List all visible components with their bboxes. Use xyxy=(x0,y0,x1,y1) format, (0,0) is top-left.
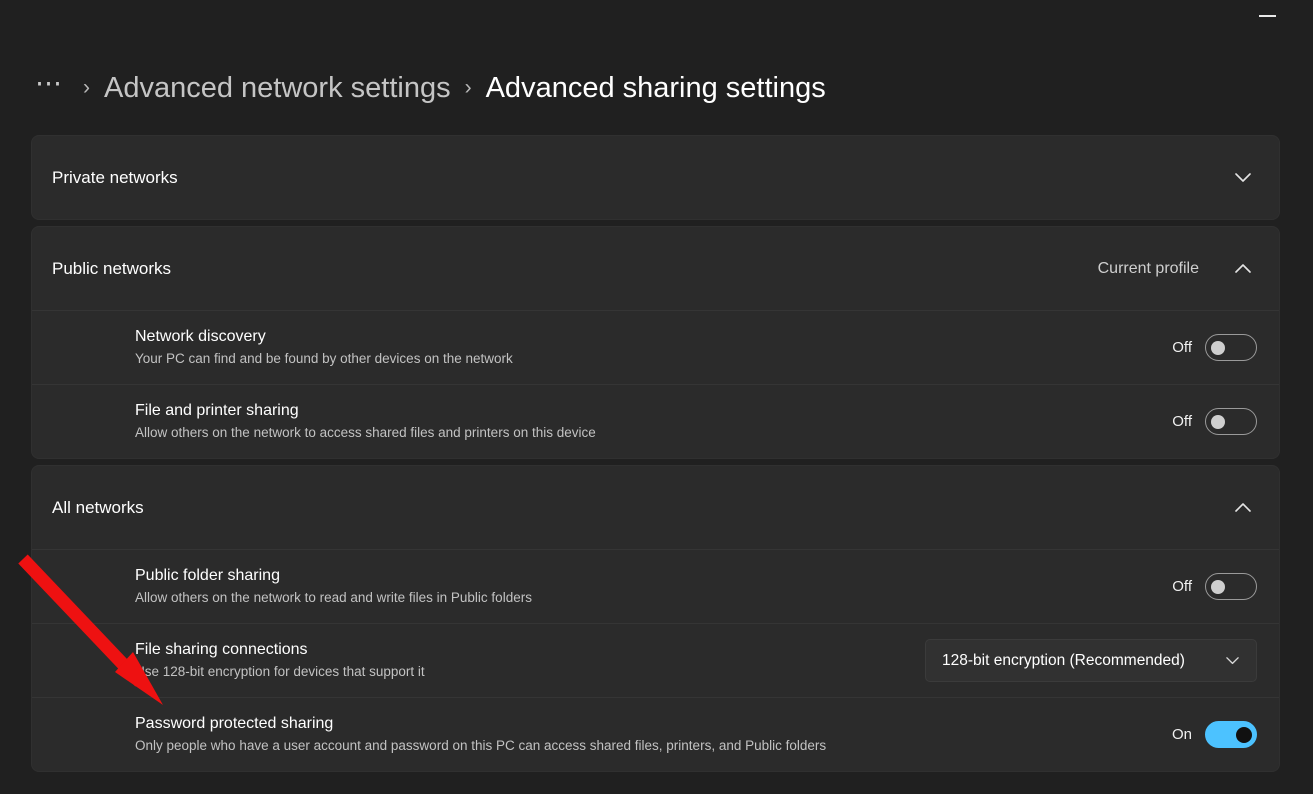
setting-description: Use 128-bit encryption for devices that … xyxy=(135,664,425,679)
toggle-state-label: Off xyxy=(1172,578,1192,595)
setting-row-public-folder-sharing: Public folder sharing Allow others on th… xyxy=(32,549,1279,623)
dropdown-file-sharing-encryption[interactable]: 128-bit encryption (Recommended) xyxy=(925,639,1257,682)
section-header-private-networks[interactable]: Private networks xyxy=(32,136,1279,219)
minimize-icon xyxy=(1258,14,1276,17)
dropdown-selected-value: 128-bit encryption (Recommended) xyxy=(942,651,1185,669)
current-profile-badge: Current profile xyxy=(1097,259,1199,277)
chevron-down-icon[interactable] xyxy=(1229,164,1257,192)
breadcrumb-overflow-button[interactable]: ⋯ xyxy=(31,69,69,107)
setting-description: Allow others on the network to read and … xyxy=(135,590,532,605)
toggle-public-folder-sharing[interactable] xyxy=(1205,573,1257,600)
setting-title: Public folder sharing xyxy=(135,567,280,584)
toggle-password-protected-sharing[interactable] xyxy=(1205,721,1257,748)
breadcrumb: ⋯ › Advanced network settings › Advanced… xyxy=(31,62,826,114)
toggle-state-label: Off xyxy=(1172,413,1192,430)
setting-description: Allow others on the network to access sh… xyxy=(135,425,596,440)
breadcrumb-separator-icon: › xyxy=(464,76,472,99)
setting-title: File and printer sharing xyxy=(135,402,299,419)
toggle-knob xyxy=(1211,340,1225,355)
minimize-button[interactable] xyxy=(1244,0,1290,31)
section-title: Private networks xyxy=(52,167,178,187)
setting-text: Public folder sharing Allow others on th… xyxy=(135,565,1149,608)
page-title: Advanced sharing settings xyxy=(485,71,826,104)
section-header-all-networks[interactable]: All networks xyxy=(32,466,1279,549)
setting-control: Off xyxy=(1169,408,1257,435)
toggle-state-label: On xyxy=(1171,726,1192,743)
setting-text: Network discovery Your PC can find and b… xyxy=(135,326,1149,369)
section-card-public-networks: Public networks Current profile Network … xyxy=(31,226,1280,459)
chevron-up-icon[interactable] xyxy=(1229,494,1257,522)
setting-row-file-and-printer-sharing: File and printer sharing Allow others on… xyxy=(32,384,1279,458)
setting-title: Network discovery xyxy=(135,328,266,345)
setting-control: On xyxy=(1169,721,1257,748)
setting-row-network-discovery: Network discovery Your PC can find and b… xyxy=(32,310,1279,384)
section-title: All networks xyxy=(52,497,144,517)
setting-title: Password protected sharing xyxy=(135,715,334,732)
chevron-down-icon xyxy=(1221,650,1243,672)
setting-text: Password protected sharing Only people w… xyxy=(135,713,1149,756)
toggle-state-label: Off xyxy=(1172,339,1192,356)
section-card-private-networks: Private networks xyxy=(31,135,1280,220)
chevron-up-icon[interactable] xyxy=(1229,255,1257,283)
section-title: Public networks xyxy=(52,258,172,278)
setting-control: Off xyxy=(1169,573,1257,600)
toggle-network-discovery[interactable] xyxy=(1205,334,1257,361)
setting-description: Your PC can find and be found by other d… xyxy=(135,351,513,366)
setting-title: File sharing connections xyxy=(135,641,308,658)
setting-text: File sharing connections Use 128-bit enc… xyxy=(135,639,905,682)
setting-row-file-sharing-connections: File sharing connections Use 128-bit enc… xyxy=(32,623,1279,697)
breadcrumb-separator-icon: › xyxy=(83,76,90,99)
setting-description: Only people who have a user account and … xyxy=(135,738,827,753)
section-card-all-networks: All networks Public folder sharing Allow… xyxy=(31,465,1280,772)
breadcrumb-item-advanced-network-settings[interactable]: Advanced network settings xyxy=(104,72,451,105)
section-header-public-networks[interactable]: Public networks Current profile xyxy=(32,227,1279,310)
settings-content: Private networks Public networks Current… xyxy=(31,135,1280,778)
toggle-knob xyxy=(1211,579,1225,594)
setting-control: 128-bit encryption (Recommended) xyxy=(925,639,1257,682)
toggle-knob xyxy=(1236,726,1252,743)
title-bar xyxy=(0,0,1313,31)
setting-control: Off xyxy=(1169,334,1257,361)
setting-text: File and printer sharing Allow others on… xyxy=(135,400,1149,443)
toggle-file-and-printer-sharing[interactable] xyxy=(1205,408,1257,435)
toggle-knob xyxy=(1211,414,1225,429)
setting-row-password-protected-sharing: Password protected sharing Only people w… xyxy=(32,697,1279,771)
